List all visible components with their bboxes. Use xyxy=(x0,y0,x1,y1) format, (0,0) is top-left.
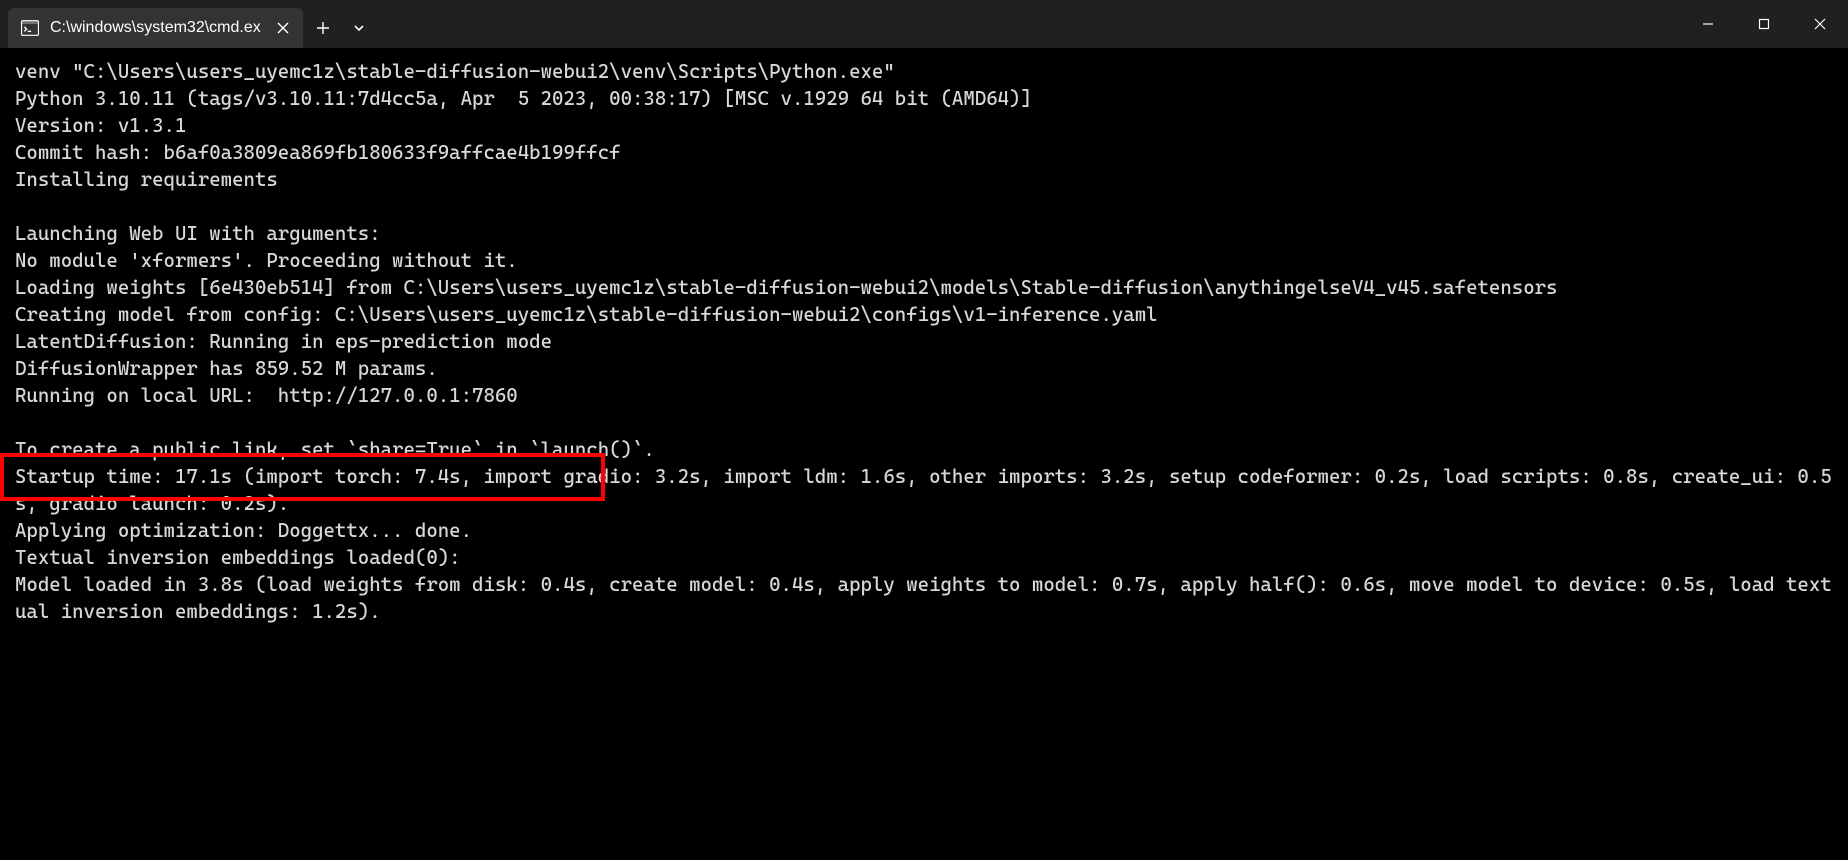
terminal-tab[interactable]: C:\windows\system32\cmd.ex xyxy=(8,8,303,48)
titlebar-left: C:\windows\system32\cmd.ex xyxy=(0,0,375,48)
cmd-icon xyxy=(20,18,40,38)
terminal-output: venv "C:\Users\users_uyemc1z\stable-diff… xyxy=(15,58,1833,625)
tabs-dropdown-button[interactable] xyxy=(343,8,375,48)
terminal-content[interactable]: venv "C:\Users\users_uyemc1z\stable-diff… xyxy=(0,48,1848,860)
tab-title: C:\windows\system32\cmd.ex xyxy=(50,19,261,37)
new-tab-button[interactable] xyxy=(303,8,343,48)
minimize-button[interactable] xyxy=(1680,0,1736,48)
maximize-button[interactable] xyxy=(1736,0,1792,48)
close-window-button[interactable] xyxy=(1792,0,1848,48)
title-bar: C:\windows\system32\cmd.ex xyxy=(0,0,1848,48)
tab-close-button[interactable] xyxy=(271,16,295,40)
window-controls xyxy=(1680,0,1848,48)
